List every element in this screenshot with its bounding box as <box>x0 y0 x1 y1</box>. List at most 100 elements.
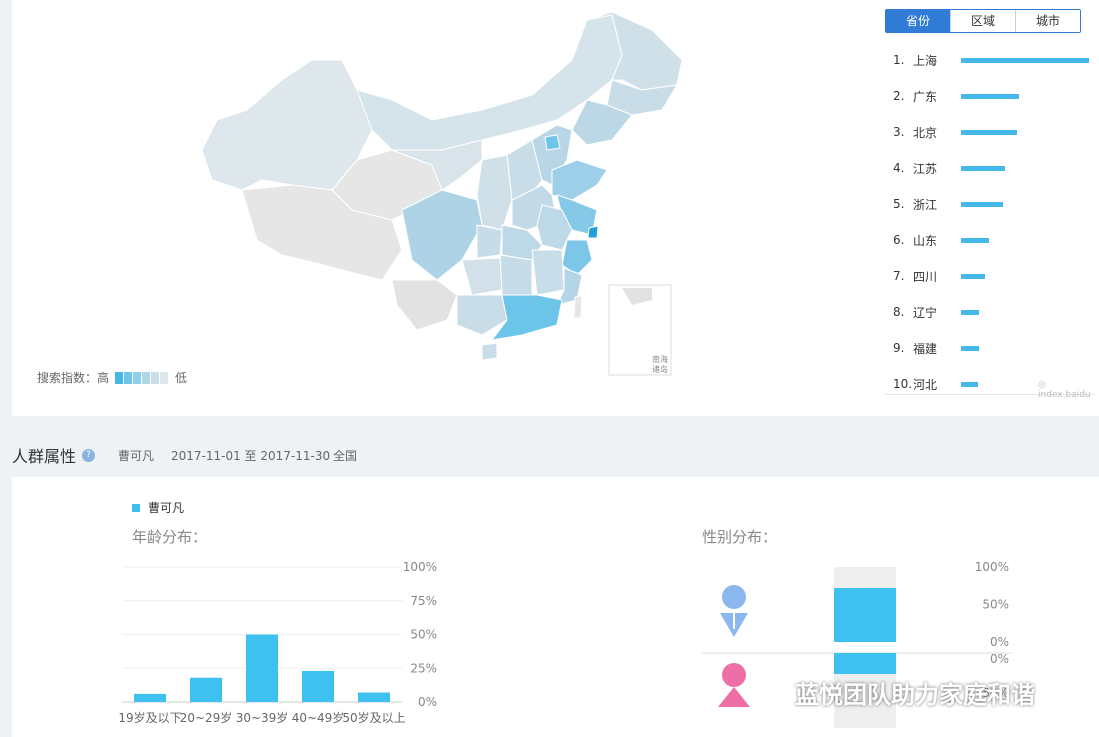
tab-1[interactable]: 区域 <box>950 10 1015 32</box>
rank-row[interactable]: 7. 四川 <box>893 267 985 285</box>
age-y-tick: 50% <box>410 628 437 642</box>
region-label: 全国 <box>333 449 358 463</box>
legend-swatch <box>151 371 160 384</box>
legend-swatches <box>115 371 169 384</box>
rank-row[interactable]: 1. 上海 <box>893 51 1089 69</box>
region-hainan <box>481 342 498 361</box>
legend-swatch <box>142 371 151 384</box>
rank-province-name: 福建 <box>913 341 938 356</box>
legend-swatch <box>115 371 124 384</box>
age-category-label: 50岁及以上 <box>342 710 405 725</box>
rank-row[interactable]: 9. 福建 <box>893 339 979 357</box>
rank-row[interactable]: 8. 辽宁 <box>893 303 979 321</box>
rank-province-name: 河北 <box>913 377 938 392</box>
inset-label-1: 南海 <box>652 354 668 364</box>
legend-high-label: 搜索指数：高 <box>37 371 110 385</box>
region-tabs: 省份 区域 城市 <box>885 9 1081 33</box>
rank-row[interactable]: 2. 广东 <box>893 87 1019 105</box>
rank-bar <box>961 273 985 279</box>
legend-swatch <box>124 371 133 384</box>
age-bar <box>246 634 278 702</box>
tab-2[interactable]: 城市 <box>1015 10 1080 32</box>
section-title: 人群属性 ? <box>12 443 96 467</box>
age-bar <box>302 670 334 702</box>
region-shaanxi <box>476 154 513 231</box>
province-ranking-list: 1. 上海 2. 广东 3. 北京 4. 江苏 5. 浙江 6. 山东 7. 四川 8. 辽宁 9. 福建 10. 河… <box>885 42 1095 395</box>
rank-province-name: 浙江 <box>913 197 938 212</box>
age-y-tick: 100% <box>403 560 437 574</box>
region-beijing <box>544 134 561 151</box>
rank-province-name: 上海 <box>913 53 938 68</box>
date-range-label: 2017-11-01 至 2017-11-30 <box>171 449 331 463</box>
rank-number: 6. <box>893 233 905 247</box>
china-heat-map[interactable]: 南海 诸岛 <box>12 0 712 400</box>
rank-province-name: 辽宁 <box>913 305 938 320</box>
rank-bar <box>961 57 1089 63</box>
region-shanghai <box>587 225 599 239</box>
rank-row[interactable]: 10. 河北 <box>893 375 978 393</box>
legend-swatch <box>160 371 169 384</box>
age-category-label: 30~39岁 <box>236 710 289 725</box>
female-y-tick: 0% <box>990 652 1009 666</box>
rank-bar <box>961 93 1019 99</box>
rank-row[interactable]: 4. 江苏 <box>893 159 1005 177</box>
region-guangxi <box>456 294 508 336</box>
rank-row[interactable]: 6. 山东 <box>893 231 989 249</box>
male-y-tick: 50% <box>982 598 1009 612</box>
watermark: ◎ index.baidu <box>1038 380 1091 400</box>
age-y-tick: 75% <box>410 594 437 608</box>
region-yunnan <box>391 279 458 331</box>
wechat-icon <box>757 680 787 704</box>
age-chart-title: 年龄分布： <box>132 528 208 546</box>
rank-province-name: 四川 <box>913 269 938 284</box>
rank-bar <box>961 309 979 315</box>
gender-distribution-chart: 100%50%0%0%50% <box>702 560 1012 728</box>
age-bar <box>190 677 222 702</box>
rank-bar <box>961 237 989 243</box>
map-panel: 南海 诸岛 搜索指数：高 低 省份 区域 城市 1. 上海 2. 广东 3. 北京 4. 江苏 5.… <box>12 0 1099 416</box>
keyword-label: 曹可凡 <box>118 449 155 463</box>
age-category-label: 19岁及以下 <box>118 710 181 725</box>
rank-province-name: 北京 <box>913 125 938 140</box>
rank-number: 10. <box>893 377 913 391</box>
male-y-tick: 0% <box>990 635 1009 649</box>
series-legend-swatch <box>132 503 140 512</box>
rank-bar <box>961 381 978 387</box>
brand-watermark: 蓝悦团队助力家庭和谐 <box>757 675 1035 710</box>
male-icon <box>720 585 748 637</box>
female-bar <box>834 653 896 674</box>
series-legend-label: 曹可凡 <box>148 501 185 515</box>
rank-number: 5. <box>893 197 905 211</box>
rank-bar <box>961 201 1003 207</box>
rank-bar <box>961 165 1005 171</box>
rank-province-name: 江苏 <box>913 161 938 176</box>
rank-bar <box>961 345 979 351</box>
rank-number: 4. <box>893 161 905 175</box>
age-y-tick: 25% <box>410 661 437 675</box>
series-legend[interactable]: 曹可凡 <box>132 499 184 516</box>
age-bar <box>134 693 166 702</box>
legend-swatch <box>133 371 142 384</box>
brand-text: 蓝悦团队助力家庭和谐 <box>795 681 1035 709</box>
map-legend: 搜索指数：高 低 <box>37 369 187 386</box>
help-icon[interactable]: ? <box>82 448 96 462</box>
rank-bar <box>961 129 1017 135</box>
rank-number: 1. <box>893 53 905 67</box>
tab-0[interactable]: 省份 <box>886 10 950 32</box>
rank-number: 2. <box>893 89 905 103</box>
inset-label-2: 诸岛 <box>652 364 668 374</box>
region-chongqing <box>476 224 503 259</box>
rank-number: 9. <box>893 341 905 355</box>
rank-row[interactable]: 5. 浙江 <box>893 195 1003 213</box>
region-guizhou <box>461 257 503 296</box>
rank-row[interactable]: 3. 北京 <box>893 123 1017 141</box>
age-distribution-chart: 100% 75% 50% 25% 0% 19岁及以下20~29岁 30~39岁 40~49岁5… <box>118 560 437 725</box>
region-hunan <box>499 254 533 296</box>
rank-number: 3. <box>893 125 905 139</box>
gender-chart-title: 性别分布： <box>702 528 778 546</box>
rank-province-name: 山东 <box>913 233 938 248</box>
age-y-tick: 0% <box>418 695 437 709</box>
rank-number: 7. <box>893 269 905 283</box>
section-title-text: 人群属性 <box>12 447 77 466</box>
age-category-label: 40~49岁 <box>292 710 345 725</box>
